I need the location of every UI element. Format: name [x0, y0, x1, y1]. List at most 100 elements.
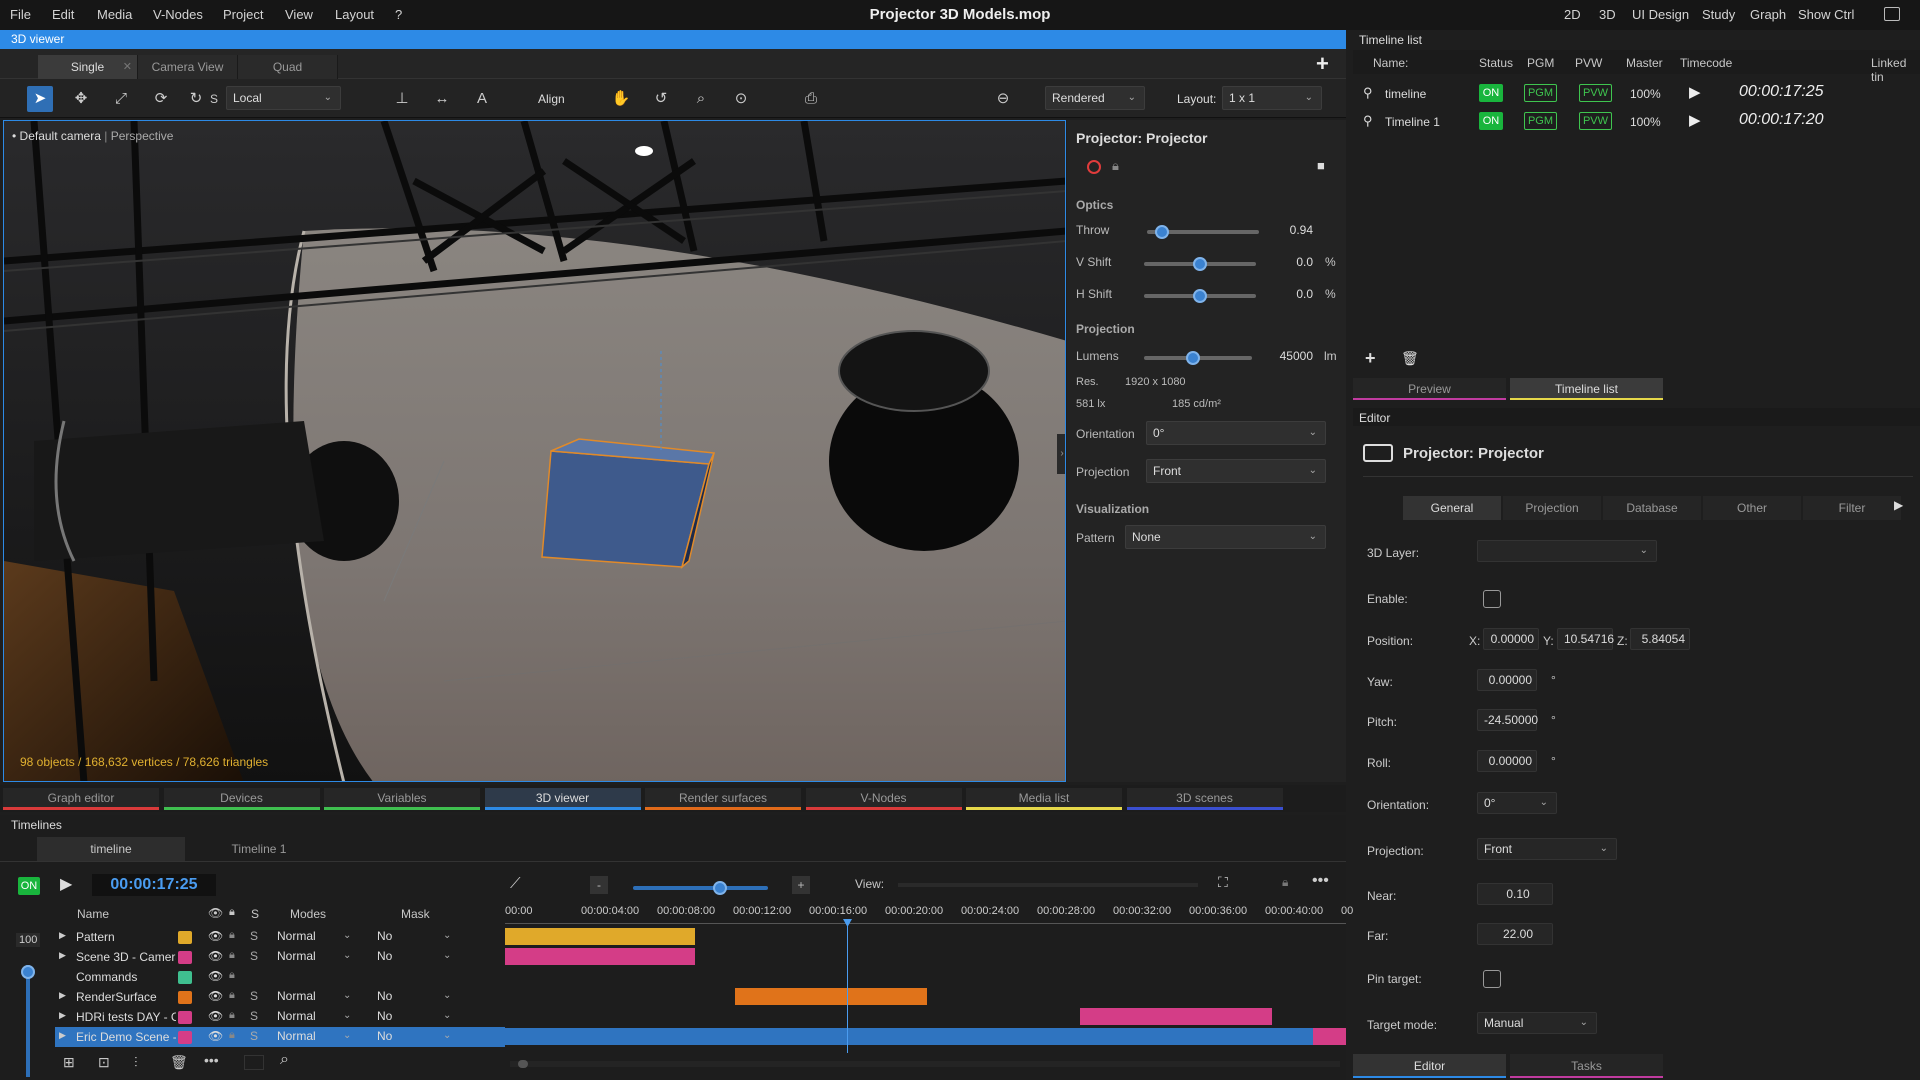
layer-color-swatch[interactable] [178, 1011, 192, 1024]
transform-space-select[interactable]: Local ⌄ [226, 86, 341, 110]
tab-preview[interactable]: Preview [1353, 378, 1506, 400]
lock-icon[interactable]: 🔒︎ [229, 1029, 235, 1042]
table-row[interactable]: ▶ Pattern 👁︎ 🔒︎ S Normal ⌄ No ⌄ [55, 927, 505, 947]
layer-color-swatch[interactable] [178, 951, 192, 964]
timeline-name[interactable]: timeline [1385, 87, 1426, 101]
location-pin-icon[interactable]: ⚲ [1363, 113, 1373, 129]
layer-color-swatch[interactable] [178, 971, 192, 984]
solo-toggle[interactable]: S [250, 949, 258, 963]
position-z-input[interactable]: 5.84054 [1630, 628, 1690, 650]
workspace-ui-design[interactable]: UI Design [1632, 0, 1689, 30]
tab-timeline-list[interactable]: Timeline list [1510, 378, 1663, 400]
timeline-clip[interactable] [505, 928, 695, 945]
lock-timeline-icon[interactable]: 🔒︎ [1282, 875, 1288, 890]
timeline-on-toggle[interactable]: ON [18, 877, 40, 895]
pin-target-checkbox[interactable] [1483, 970, 1501, 988]
menu-file[interactable]: File [10, 0, 31, 30]
mask-value[interactable]: No [377, 1029, 392, 1043]
menu-help[interactable]: ? [395, 0, 402, 30]
delete-layer-icon[interactable]: 🗑︎ [170, 1054, 188, 1071]
status-on-badge[interactable]: ON [1479, 84, 1503, 102]
vr-headset-icon[interactable]: ⊖ [990, 86, 1016, 112]
editor-tab-0[interactable]: General [1403, 496, 1501, 520]
pitch-input[interactable]: -24.50000 [1477, 709, 1538, 731]
projection-editor-select[interactable]: Front ⌄ [1477, 838, 1617, 860]
pgm-badge[interactable]: PGM [1524, 112, 1557, 130]
menu-media[interactable]: Media [97, 0, 132, 30]
lock-icon[interactable]: 🔒︎ [229, 949, 235, 962]
far-input[interactable]: 22.00 [1477, 923, 1553, 945]
rotate-tool-icon[interactable]: ⟳ [148, 86, 174, 112]
workspace-study[interactable]: Study [1702, 0, 1735, 30]
editor-tab-1[interactable]: Projection [1503, 496, 1601, 520]
add-view-icon[interactable]: + [1316, 51, 1329, 77]
hshift-slider[interactable] [1144, 289, 1256, 303]
slider-knob[interactable] [21, 965, 35, 979]
mixer-icon[interactable]: ⫶ [134, 1054, 138, 1071]
visibility-icon[interactable]: 👁︎ [208, 929, 223, 943]
mask-value[interactable]: No [377, 989, 392, 1003]
zoom-in-button[interactable]: + [792, 876, 810, 894]
expand-icon[interactable]: ▶ [59, 990, 66, 1001]
yaw-input[interactable]: 0.00000 [1477, 669, 1537, 691]
pvw-badge[interactable]: PVW [1579, 112, 1612, 130]
workspace-3d[interactable]: 3D [1599, 0, 1616, 30]
lumens-value[interactable]: 45000 [1263, 349, 1313, 363]
tab-tasks[interactable]: Tasks [1510, 1054, 1663, 1078]
perspective-label[interactable]: Perspective [111, 129, 174, 143]
menu-layout[interactable]: Layout [335, 0, 374, 30]
move-tool-icon[interactable]: ✥ [68, 86, 94, 112]
position-x-input[interactable]: 0.00000 [1483, 628, 1539, 650]
layer-select[interactable]: ⌄ [1477, 540, 1657, 562]
panel-tab-3[interactable]: 3D viewer [484, 788, 641, 810]
more-layer-options-icon[interactable]: ••• [204, 1052, 219, 1068]
orientation-editor-select[interactable]: 0° ⌄ [1477, 792, 1557, 814]
solo-toggle[interactable]: S [250, 989, 258, 1003]
pgm-badge[interactable]: PGM [1524, 84, 1557, 102]
visibility-icon[interactable]: 👁︎ [208, 989, 223, 1003]
layer-color-swatch[interactable] [178, 991, 192, 1004]
location-pin-icon[interactable]: ⚲ [1363, 85, 1373, 101]
tab-timeline[interactable]: timeline [37, 837, 185, 861]
table-row[interactable]: Commands 👁︎ 🔒︎ [55, 967, 505, 987]
menu-edit[interactable]: Edit [52, 0, 74, 30]
table-row[interactable]: ▶ RenderSurface 👁︎ 🔒︎ S Normal ⌄ No ⌄ [55, 987, 505, 1007]
roll-input[interactable]: 0.00000 [1477, 750, 1537, 772]
workspace-2d[interactable]: 2D [1564, 0, 1581, 30]
playhead[interactable] [847, 923, 848, 1053]
tab-quad[interactable]: Quad [238, 55, 338, 79]
table-row[interactable]: ▶ Scene 3D - Camera 👁︎ 🔒︎ S Normal ⌄ No ⌄ [55, 947, 505, 967]
blend-mode[interactable]: Normal [277, 1029, 316, 1043]
solo-toggle[interactable]: S [250, 929, 258, 943]
filter-box[interactable] [244, 1055, 264, 1070]
tab-single[interactable]: Single ✕ [38, 55, 138, 79]
chevron-down-icon[interactable]: ⌄ [443, 1030, 451, 1041]
chevron-down-icon[interactable]: ⌄ [343, 930, 351, 941]
timecode-display[interactable]: 00:00:17:25 [92, 874, 216, 896]
tabs-scroll-right-icon[interactable]: ▶ [1894, 498, 1903, 512]
panel-tab-2[interactable]: Variables [324, 788, 480, 810]
add-layer-icon[interactable]: ⊞ [63, 1054, 75, 1071]
editor-tab-4[interactable]: Filter [1803, 496, 1901, 520]
view-range[interactable] [898, 883, 1198, 887]
panel-tab-1[interactable]: Devices [163, 788, 320, 810]
tab-editor[interactable]: Editor [1353, 1054, 1506, 1078]
play-icon[interactable]: ▶ [60, 874, 72, 894]
panel-tab-7[interactable]: 3D scenes [1126, 788, 1283, 810]
zoom-out-button[interactable]: - [590, 876, 608, 894]
table-row[interactable]: ▶ Eric Demo Scene - 👁︎ 🔒︎ S Normal ⌄ No ⌄ [55, 1027, 505, 1047]
window-toggle-icon[interactable] [1884, 7, 1900, 21]
mask-value[interactable]: No [377, 1009, 392, 1023]
panel-tab-5[interactable]: V-Nodes [805, 788, 962, 810]
3d-viewport[interactable]: • Default camera | Perspective 98 object… [3, 120, 1066, 782]
orbit-icon[interactable]: ↺ [648, 86, 674, 112]
add-timeline-icon[interactable]: + [1365, 348, 1376, 369]
focus-icon[interactable]: ⊙ [728, 86, 754, 112]
chevron-down-icon[interactable]: ⌄ [443, 930, 451, 941]
curve-editor-icon[interactable]: ⟋ [510, 875, 521, 892]
workspace-show-ctrl[interactable]: Show Ctrl [1798, 0, 1854, 30]
layer-color-swatch[interactable] [178, 1031, 192, 1044]
close-tab-icon[interactable]: ✕ [123, 55, 132, 79]
blend-mode[interactable]: Normal [277, 929, 316, 943]
blend-mode[interactable]: Normal [277, 989, 316, 1003]
